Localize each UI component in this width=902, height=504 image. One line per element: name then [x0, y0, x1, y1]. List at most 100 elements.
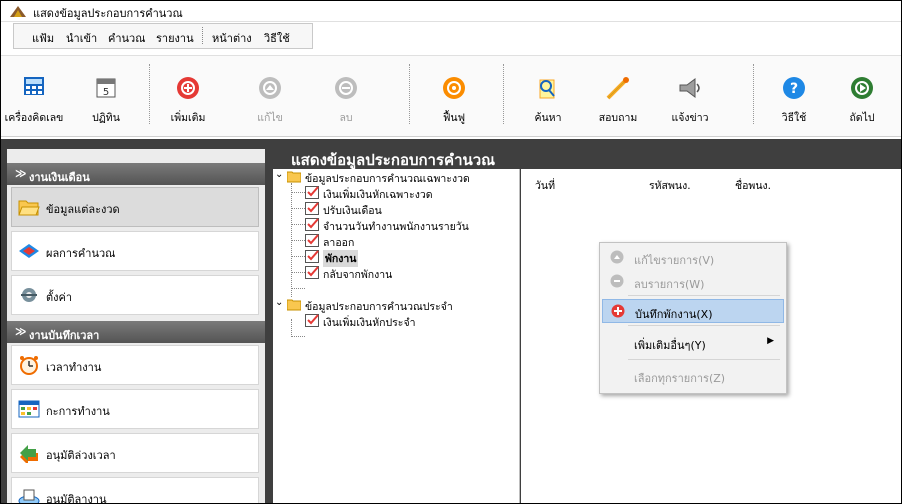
tree-connector	[291, 336, 305, 337]
tree-leaf-label: เงินเพิ่มเงินหักเฉพาะงวด	[323, 189, 433, 201]
settings-icon	[21, 288, 37, 302]
delete-button[interactable]: ลบ	[311, 60, 381, 130]
sidebar-item-work-time[interactable]: เวลาทำงาน	[11, 345, 259, 385]
announce-button[interactable]: แจ้งข่าว	[655, 60, 725, 130]
search-button[interactable]: ค้นหา	[513, 60, 583, 130]
toolbar-divider	[409, 64, 410, 124]
tree-connector	[291, 224, 305, 225]
toolbar: เครื่องคิดเลข 5 ปฏิทิน เพิ่มเติม แก้ไข ล…	[1, 55, 901, 137]
sidebar-item-label: กะการทำงาน	[46, 405, 110, 418]
sidebar-item-overtime-approval[interactable]: อนุมัติล่วงเวลา	[11, 433, 259, 473]
menu-import[interactable]: นำเข้า	[66, 29, 97, 47]
calculator-button[interactable]: เครื่องคิดเลข	[1, 60, 69, 130]
shift-schedule-icon	[18, 400, 40, 418]
checklist-icon	[305, 314, 319, 327]
sidebar-item-label: ตั้งค่า	[46, 291, 73, 304]
sidebar-item-period-data[interactable]: ข้อมูลแต่ละงวด	[11, 187, 259, 227]
next-button[interactable]: ถัดไป	[827, 60, 897, 130]
announce-label: แจ้งข่าว	[671, 112, 709, 124]
edit-icon	[259, 77, 281, 99]
menu-help[interactable]: วิธีใช้	[264, 29, 290, 47]
sidebar-item-leave-approval[interactable]: อนุมัติลางาน	[11, 477, 259, 503]
tree-connector	[291, 272, 305, 273]
edit-button[interactable]: แก้ไข	[235, 60, 305, 130]
expand-chevron-icon[interactable]: ⌄	[275, 169, 283, 180]
menu-divider	[628, 359, 780, 360]
tree-leaf-label: กลับจากพักงาน	[323, 269, 393, 281]
folder-icon	[287, 299, 301, 311]
sidebar-group-timekeeping[interactable]: ≫ งานบันทึกเวลา	[7, 321, 265, 343]
app-window: แสดงข้อมูลประกอบการคำนวณ แฟ้ม นำเข้า คำน…	[0, 0, 902, 504]
menu-calculate[interactable]: คำนวณ	[108, 29, 145, 47]
column-header-employee-id[interactable]: รหัสพนง.	[649, 177, 691, 194]
collapse-icon: ≫	[15, 167, 27, 180]
context-menu: แก้ไขรายการ(V) ลบรายการ(W) บันทึกพักงาน(…	[599, 242, 787, 394]
column-header-employee-name[interactable]: ชื่อพนง.	[735, 177, 771, 194]
menu-divider	[202, 27, 203, 44]
calendar-label: ปฏิทิน	[92, 112, 120, 124]
column-header-date[interactable]: วันที่	[535, 177, 555, 194]
tree-connector	[291, 208, 305, 209]
next-icon	[851, 77, 873, 99]
calculation-result-icon	[19, 244, 39, 258]
menu-item-label: บันทึกพักงาน(X)	[635, 308, 713, 321]
calculator-icon	[24, 77, 44, 95]
overtime-approval-icon	[20, 445, 38, 463]
inquiry-button[interactable]: สอบถาม	[583, 60, 653, 130]
tree-connector	[291, 192, 305, 193]
add-button[interactable]: เพิ่มเติม	[153, 60, 223, 130]
leave-approval-icon	[18, 489, 40, 503]
folder-open-icon	[18, 200, 40, 216]
checklist-icon	[305, 218, 319, 231]
menu-item-add-other[interactable]: เพิ่มเติมอื่นๆ(Y) ▶	[602, 331, 784, 355]
announce-icon	[679, 78, 700, 98]
menu-divider	[628, 295, 780, 296]
calendar-button[interactable]: 5 ปฏิทิน	[71, 60, 141, 130]
delete-icon	[335, 77, 357, 99]
sidebar-item-label: เวลาทำงาน	[46, 361, 102, 374]
menu-file[interactable]: แฟ้ม	[32, 29, 54, 47]
menu-window[interactable]: หน้าต่าง	[212, 29, 252, 47]
refresh-label: ฟื้นฟู	[442, 112, 466, 124]
delete-label: ลบ	[339, 112, 353, 124]
checklist-icon	[305, 250, 319, 263]
expand-chevron-icon[interactable]: ⌄	[275, 297, 283, 308]
sidebar-item-calc-result[interactable]: ผลการคำนวณ	[11, 231, 259, 271]
collapse-icon: ≫	[15, 325, 27, 338]
sidebar-item-shift[interactable]: กะการทำงาน	[11, 389, 259, 429]
menu-item-record-suspend[interactable]: บันทึกพักงาน(X)	[602, 299, 784, 323]
tree-node-label: ข้อมูลประกอบการคำนวณเฉพาะงวด	[305, 173, 470, 185]
inquiry-label: สอบถาม	[598, 112, 638, 124]
help-button[interactable]: ? วิธีใช้	[759, 60, 829, 130]
menu-item-delete[interactable]: ลบรายการ(W)	[602, 270, 784, 294]
checklist-icon	[305, 266, 319, 279]
sidebar-group-payroll[interactable]: ≫ งานเงินเดือน	[7, 163, 265, 185]
app-logo-icon	[10, 6, 26, 17]
delete-icon	[610, 274, 624, 288]
title-bar: แสดงข้อมูลประกอบการคำนวณ	[1, 1, 901, 22]
add-label: เพิ่มเติม	[170, 112, 206, 124]
tree-connector	[291, 240, 305, 241]
menu-item-edit[interactable]: แก้ไขรายการ(V)	[602, 246, 784, 270]
toolbar-divider	[753, 64, 754, 124]
refresh-button[interactable]: ฟื้นฟู	[419, 60, 489, 130]
checklist-icon	[305, 202, 319, 215]
menu-item-select-all[interactable]: เลือกทุกรายการ(Z)	[602, 364, 784, 388]
tree-leaf-label: จำนวนวันทำงานพนักงานรายวัน	[323, 221, 469, 233]
menu-item-label: เลือกทุกรายการ(Z)	[634, 372, 726, 385]
menu-item-label: ลบรายการ(W)	[634, 278, 705, 291]
menu-bar: แฟ้ม นำเข้า คำนวณ รายงาน หน้าต่าง วิธีใช…	[13, 23, 313, 49]
calendar-icon: 5	[96, 78, 116, 98]
edit-label: แก้ไข	[257, 112, 283, 124]
inquiry-icon	[606, 77, 629, 100]
tree-node-label: ข้อมูลประกอบการคำนวณประจำ	[305, 301, 453, 313]
sidebar-item-settings[interactable]: ตั้งค่า	[11, 275, 259, 315]
add-icon	[611, 304, 625, 318]
window-title: แสดงข้อมูลประกอบการคำนวณ	[33, 7, 183, 20]
sidebar-group-label: งานเงินเดือน	[29, 171, 90, 184]
menu-report[interactable]: รายงาน	[156, 29, 194, 47]
menu-item-label: เพิ่มเติมอื่นๆ(Y)	[634, 339, 706, 352]
search-label: ค้นหา	[534, 112, 562, 124]
toolbar-divider	[503, 64, 504, 124]
help-label: วิธีใช้	[781, 112, 807, 124]
